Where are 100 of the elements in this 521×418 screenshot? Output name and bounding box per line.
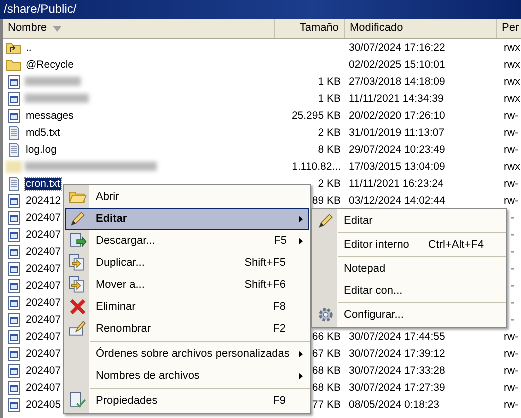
menu-item[interactable]: Abrir: [65, 186, 309, 208]
modified-date: 30/07/2024 17:39:12: [349, 348, 446, 360]
menu-item[interactable]: Editor interno Ctrl+Alt+F4: [313, 234, 505, 256]
menu-item[interactable]: Editar: [65, 208, 309, 230]
file-name[interactable]: 202412: [25, 194, 62, 206]
modified-date: 11/11/2021 16:23:24: [349, 178, 444, 190]
menu-item[interactable]: Eliminar F8: [65, 296, 309, 318]
permissions: rw-: [504, 110, 519, 122]
file-name[interactable]: 202407: [25, 212, 62, 224]
file-name[interactable]: 202405: [25, 398, 62, 410]
file-name[interactable]: 202407: [25, 382, 62, 394]
permissions: rwx: [504, 42, 520, 54]
program-file-icon: [6, 278, 22, 294]
file-size: 66 KB: [312, 330, 341, 342]
column-header[interactable]: Modificado: [345, 19, 497, 38]
permissions: rw-: [504, 178, 519, 190]
program-file-icon: [6, 192, 22, 208]
column-header[interactable]: Nombre: [3, 19, 275, 38]
program-file-icon: [6, 328, 22, 344]
text-file-icon: [6, 124, 22, 140]
program-file-icon: [6, 108, 22, 124]
file-name[interactable]: 202407: [25, 246, 62, 258]
menu-item[interactable]: Propiedades F9: [65, 390, 309, 412]
pencil-icon: [68, 209, 88, 229]
program-file-icon: [6, 346, 22, 362]
file-size: 2 KB: [318, 126, 341, 138]
file-size: 77 KB: [312, 398, 341, 410]
file-name[interactable]: 202407: [25, 262, 62, 274]
modified-date: 30/07/2024 17:27:39: [349, 382, 446, 394]
menu-item[interactable]: Nombres de archivos: [65, 365, 309, 387]
file-name[interactable]: 202407: [25, 348, 62, 360]
file-name[interactable]: ..: [25, 42, 33, 54]
text-file-icon: [6, 142, 22, 158]
permissions: -: [511, 314, 514, 326]
menu-item[interactable]: Renombrar F2: [65, 318, 309, 340]
permissions: rw-: [504, 330, 519, 342]
permissions: -: [511, 296, 514, 308]
file-name[interactable]: 202407: [25, 314, 62, 326]
file-name[interactable]: @Recycle: [25, 58, 76, 70]
permissions: -: [511, 280, 514, 292]
modified-date: 03/12/2024 14:02:44: [349, 194, 446, 206]
permissions: rwx: [504, 58, 520, 70]
permissions: -: [511, 246, 514, 258]
file-name[interactable]: 202407: [25, 280, 62, 292]
program-file-icon: [6, 244, 22, 260]
file-name[interactable]: 202407: [25, 228, 62, 240]
menu-item[interactable]: Descargar... F5: [65, 230, 309, 252]
window-title: /share/Public/: [0, 0, 521, 19]
file-name[interactable]: cron.txt: [25, 178, 62, 190]
permissions: -: [511, 212, 514, 224]
menu-item[interactable]: Mover a... Shift+F6: [65, 274, 309, 296]
delete-icon: [68, 297, 88, 317]
column-header[interactable]: Per: [497, 19, 521, 38]
rename-icon: [68, 319, 88, 339]
permissions: rwx: [504, 160, 520, 172]
program-file-icon: [6, 312, 22, 328]
file-name[interactable]: 202407: [25, 330, 62, 342]
program-file-icon: [6, 74, 22, 90]
modified-date: 29/07/2024 10:23:49: [349, 144, 446, 156]
modified-date: 31/01/2019 11:13:07: [349, 126, 445, 138]
program-file-icon: [6, 90, 22, 106]
menu-item[interactable]: Editar con...: [313, 280, 505, 302]
file-size: 68 KB: [312, 364, 341, 376]
permissions: rwx: [504, 76, 520, 88]
pencil-icon: [316, 211, 336, 231]
modified-date: 08/05/2024 0:18:23: [349, 398, 440, 410]
file-size: 68 KB: [312, 382, 341, 394]
program-file-icon: [6, 210, 22, 226]
file-name[interactable]: 202407: [25, 364, 62, 376]
menu-item[interactable]: Duplicar... Shift+F5: [65, 252, 309, 274]
file-size: 1 KB: [318, 76, 341, 88]
menu-item[interactable]: Editar: [313, 210, 505, 232]
file-size: 1.110.82...: [292, 160, 341, 172]
menu-item[interactable]: Notepad: [313, 258, 505, 280]
permissions: rw-: [504, 144, 519, 156]
blurred-icon: [6, 160, 22, 172]
column-header[interactable]: Tamaño: [275, 19, 345, 38]
text-file-icon: [6, 176, 22, 192]
file-name[interactable]: messages: [25, 110, 75, 122]
permissions: rw-: [504, 348, 519, 360]
modified-date: 20/02/2020 17:26:10: [349, 110, 446, 122]
program-file-icon: [6, 362, 22, 378]
file-size: 25.295 KB: [292, 110, 341, 122]
permissions: rw-: [504, 364, 519, 376]
permissions: rw-: [504, 398, 519, 410]
file-name[interactable]: md5.txt: [25, 126, 62, 138]
permissions: rwx: [504, 92, 520, 104]
file-name[interactable]: 202407: [25, 296, 62, 308]
permissions: rw-: [504, 126, 519, 138]
program-file-icon: [6, 226, 22, 242]
menu-item[interactable]: Configurar...: [313, 304, 505, 326]
file-size: 1 KB: [318, 92, 341, 104]
program-file-icon: [6, 260, 22, 276]
permissions: -: [511, 228, 514, 240]
modified-date: 30/07/2024 17:33:28: [349, 364, 446, 376]
program-file-icon: [6, 380, 22, 396]
menu-item[interactable]: Órdenes sobre archivos personalizadas: [65, 343, 309, 365]
file-size: 2 KB: [318, 178, 341, 190]
permissions: rw-: [504, 194, 519, 206]
file-name[interactable]: log.log: [25, 144, 58, 156]
